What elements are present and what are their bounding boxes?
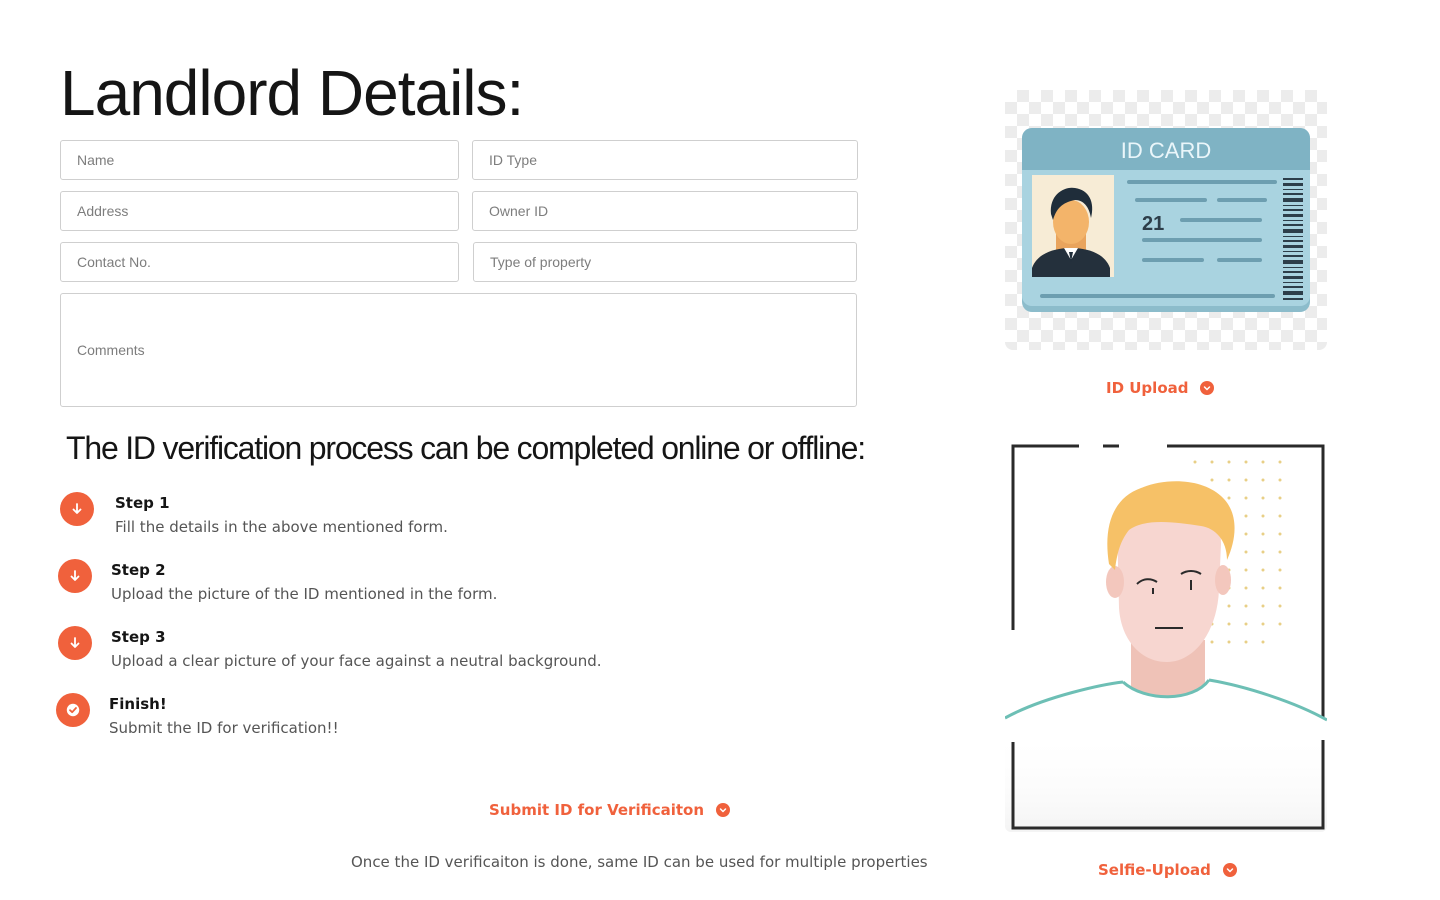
check-icon xyxy=(56,693,90,727)
step-description: Submit the ID for verification!! xyxy=(109,719,339,737)
verification-note: Once the ID verificaiton is done, same I… xyxy=(351,853,928,871)
chevron-down-icon xyxy=(1200,381,1215,395)
id-card-title: ID CARD xyxy=(1121,138,1211,163)
step-finish: Finish! Submit the ID for verification!! xyxy=(56,693,339,741)
id-card-image: ID CARD 21 xyxy=(1005,90,1327,350)
step-title: Step 2 xyxy=(111,561,166,579)
id-type-input[interactable] xyxy=(472,140,858,180)
selfie-image xyxy=(1005,440,1327,832)
step-3: Step 3 Upload a clear picture of your fa… xyxy=(58,626,602,674)
step-title: Step 3 xyxy=(111,628,166,646)
arrow-down-icon xyxy=(58,626,92,660)
arrow-down-icon xyxy=(60,492,94,526)
id-upload-label: ID Upload xyxy=(1106,379,1189,397)
step-title: Finish! xyxy=(109,695,167,713)
arrow-down-icon xyxy=(58,559,92,593)
step-2: Step 2 Upload the picture of the ID ment… xyxy=(58,559,497,607)
id-card-illustration: ID CARD 21 xyxy=(1022,128,1310,312)
chevron-down-icon xyxy=(716,803,731,817)
step-description: Fill the details in the above mentioned … xyxy=(115,518,448,536)
owner-id-input[interactable] xyxy=(472,191,858,231)
page-title: Landlord Details: xyxy=(60,57,524,129)
selfie-upload-label: Selfie-Upload xyxy=(1098,861,1211,879)
id-card-number: 21 xyxy=(1142,213,1164,235)
name-input[interactable] xyxy=(60,140,459,180)
selfie-upload-button[interactable]: Selfie-Upload xyxy=(1098,861,1237,879)
step-description: Upload a clear picture of your face agai… xyxy=(111,652,602,670)
contact-number-input[interactable] xyxy=(60,242,459,282)
address-input[interactable] xyxy=(60,191,459,231)
chevron-down-icon xyxy=(1222,863,1237,877)
step-description: Upload the picture of the ID mentioned i… xyxy=(111,585,498,603)
id-upload-button[interactable]: ID Upload xyxy=(1106,379,1215,397)
comments-textarea[interactable] xyxy=(60,293,857,407)
step-1: Step 1 Fill the details in the above men… xyxy=(60,492,448,540)
selfie-illustration xyxy=(1005,444,1327,832)
property-type-input[interactable] xyxy=(473,242,857,282)
step-title: Step 1 xyxy=(115,494,170,512)
process-heading: The ID verification process can be compl… xyxy=(66,430,866,466)
submit-id-label: Submit ID for Verificaiton xyxy=(489,801,705,819)
submit-id-button[interactable]: Submit ID for Verificaiton xyxy=(489,801,731,819)
